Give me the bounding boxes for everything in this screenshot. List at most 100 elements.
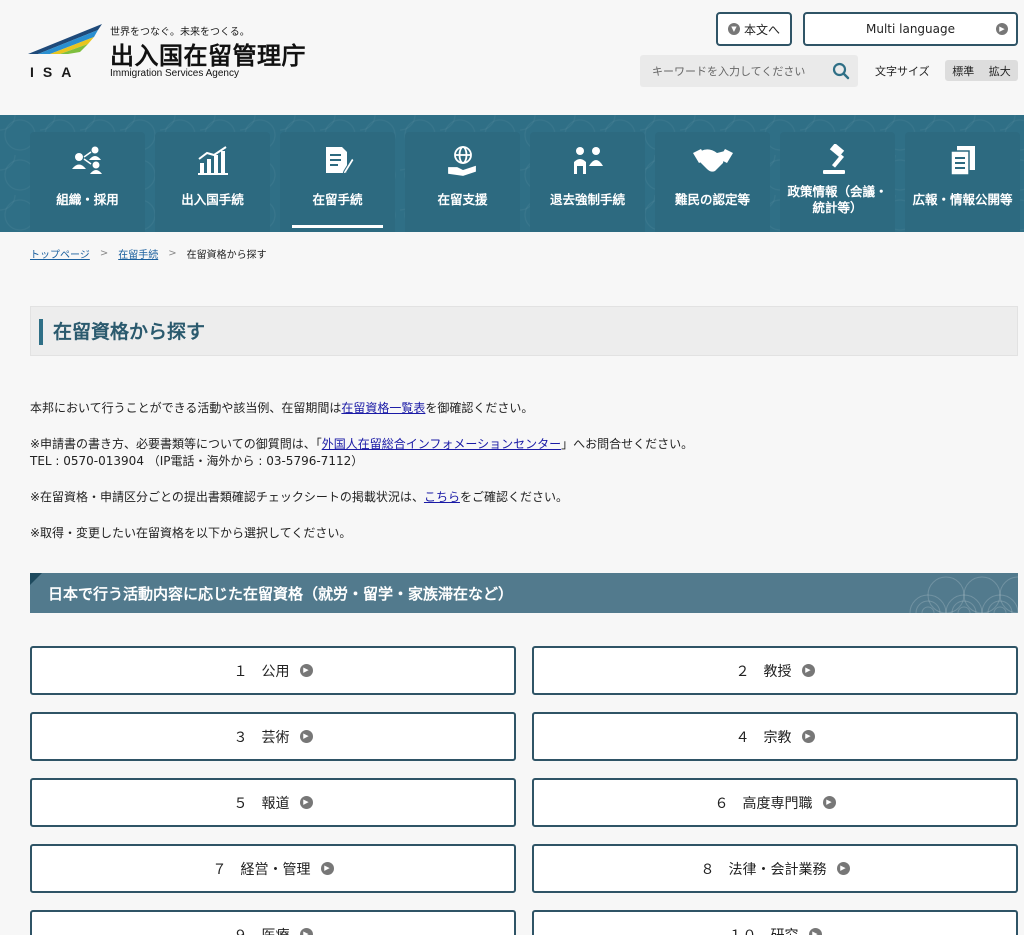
gnav-item-policy[interactable]: 政策情報（会議・ 統計等） — [780, 132, 895, 232]
gnav-label: 組織・採用 — [56, 192, 119, 207]
globe-hand-icon — [447, 146, 476, 176]
gnav-item-refugee[interactable]: 難民の認定等 — [655, 132, 770, 232]
gnav-item-support[interactable]: 在留支援 — [405, 132, 520, 232]
gnav-item-residence[interactable]: 在留手続 — [280, 132, 395, 232]
title-accent-bar — [39, 319, 43, 345]
chevron-right-circle-icon: ▶ — [299, 928, 313, 935]
chevron-down-circle-icon: ▼ — [727, 23, 740, 35]
status-label: ６ 高度専門職 — [714, 795, 813, 812]
chevron-right-icon: > — [168, 248, 177, 259]
status-label: ７ 経営・管理 — [212, 861, 311, 878]
chevron-right-circle-icon: ▶ — [299, 796, 313, 809]
site-logo[interactable]: ISA 世界をつなぐ。未来をつくる。 出入国在留管理庁 Immigration … — [28, 22, 328, 84]
status-label: ３ 芸術 — [233, 729, 290, 746]
people-network-icon — [71, 146, 102, 174]
breadcrumb-current: 在留資格から探す — [186, 250, 267, 261]
chevron-right-circle-icon: ▶ — [808, 928, 822, 935]
gnav-label: 在留手続 — [312, 192, 363, 207]
gnav-item-organization[interactable]: 組織・採用 — [30, 132, 145, 232]
people-icon — [573, 147, 603, 174]
status-list-link[interactable]: 在留資格一覧表 — [341, 401, 425, 415]
text: 本邦において行うことができる活動や該当例、在留期間は — [30, 401, 342, 415]
status-label: ５ 報道 — [233, 795, 290, 812]
font-size-switcher: 標準 拡大 — [945, 60, 1018, 81]
gnav-label: 在留支援 — [437, 192, 488, 207]
section-title: 日本で行う活動内容に応じた在留資格（就労・留学・家族滞在など） — [48, 585, 514, 603]
status-button-medical[interactable]: ９ 医療 ▶ — [30, 910, 516, 935]
breadcrumb-parent-link[interactable]: 在留手続 — [118, 246, 158, 261]
search-icon[interactable] — [832, 62, 850, 80]
corner-accent — [30, 573, 42, 585]
agency-name-en: Immigration Services Agency — [110, 68, 239, 79]
gnav-item-immigration[interactable]: 出入国手続 — [155, 132, 270, 232]
page-title: 在留資格から探す — [53, 321, 206, 343]
gnav-label: 退去強制手続 — [549, 192, 625, 207]
status-label: ４ 宗教 — [735, 729, 792, 746]
status-button-professor[interactable]: ２ 教授 ▶ — [532, 646, 1018, 695]
text: ※申請書の書き方、必要書類等についての御質問は、「 — [30, 437, 322, 451]
status-label: ９ 医療 — [234, 925, 290, 935]
bar-chart-icon — [197, 146, 228, 175]
status-button-diplomat[interactable]: １ 公用 ▶ — [30, 646, 516, 695]
chevron-right-circle-icon: ▶ — [320, 862, 334, 875]
multi-language-label: Multi language — [865, 22, 955, 36]
page-title-box: 在留資格から探す — [30, 306, 1018, 356]
font-size-label: 文字サイズ — [875, 65, 930, 78]
chevron-right-icon: > — [99, 248, 109, 259]
status-label: ２ 教授 — [735, 663, 792, 680]
chevron-right-circle-icon: ▶ — [836, 862, 850, 875]
gnav-item-public-relations[interactable]: 広報・情報公開等 — [905, 132, 1020, 232]
chevron-right-circle-icon: ▶ — [801, 664, 815, 677]
intro-tel: TEL : 0570-013904 （IP電話・海外から : 03-5796-7… — [30, 454, 364, 468]
status-button-legal-accounting[interactable]: ８ 法律・会計業務 ▶ — [532, 844, 1018, 893]
status-button-researcher[interactable]: １０ 研究 ▶ — [532, 910, 1018, 935]
font-size-standard-button[interactable]: 標準 — [952, 63, 974, 79]
global-nav: 組織・採用 出入国手続 在留手続 在留支援 退去強制手続 難民の認定等 政策情報… — [0, 115, 1024, 232]
gnav-item-deportation[interactable]: 退去強制手続 — [530, 132, 645, 232]
intro-paragraph-3: ※在留資格・申請区分ごとの提出書類確認チェックシートの掲載状況は、こちらをご確認… — [30, 488, 1010, 505]
status-button-artist[interactable]: ３ 芸術 ▶ — [30, 712, 516, 761]
checksheet-link[interactable]: こちら — [424, 490, 460, 504]
status-button-journalist[interactable]: ５ 報道 ▶ — [30, 778, 516, 827]
breadcrumb: トップページ > 在留手続 > 在留資格から探す — [30, 246, 267, 261]
chevron-right-circle-icon: ▶ — [996, 23, 1008, 35]
font-size-large-button[interactable]: 拡大 — [989, 63, 1011, 79]
info-center-link[interactable]: 外国人在留総合インフォメーションセンター — [322, 437, 561, 451]
documents-icon — [949, 146, 975, 176]
site-header: ISA 世界をつなぐ。未来をつくる。 出入国在留管理庁 Immigration … — [0, 0, 1024, 115]
site-search — [640, 55, 858, 87]
gnav-label: 政策情報（会議・ 統計等） — [787, 184, 888, 216]
multi-language-button[interactable]: Multi language ▶ — [803, 12, 1018, 46]
gnav-label: 広報・情報公開等 — [912, 192, 1013, 207]
document-pen-icon — [325, 147, 354, 175]
text: をご確認ください。 — [459, 490, 568, 504]
intro-paragraph-4: ※取得・変更したい在留資格を以下から選択してください。 — [30, 526, 352, 540]
wave-pattern-icon — [909, 576, 1018, 613]
gnav-label: 難民の認定等 — [674, 192, 750, 207]
section-heading: 日本で行う活動内容に応じた在留資格（就労・留学・家族滞在など） — [30, 573, 1018, 613]
logo-isa-text: ISA — [30, 64, 81, 80]
status-label: １ 公用 — [233, 663, 290, 680]
status-label: ８ 法律・会計業務 — [700, 861, 827, 878]
breadcrumb-home-link[interactable]: トップページ — [30, 246, 90, 261]
gnav-label: 出入国手続 — [181, 192, 244, 207]
agency-name: 出入国在留管理庁 — [110, 42, 306, 70]
chevron-right-circle-icon: ▶ — [299, 664, 313, 677]
text: 」へお問合せください。 — [561, 437, 694, 451]
chevron-right-circle-icon: ▶ — [822, 796, 836, 809]
gavel-icon — [822, 144, 845, 174]
search-input[interactable] — [640, 64, 820, 78]
status-button-business-manager[interactable]: ７ 経営・管理 ▶ — [30, 844, 516, 893]
skip-to-main-button[interactable]: ▼ 本文へ — [716, 12, 792, 46]
intro-paragraph-1: 本邦において行うことができる活動や該当例、在留期間は在留資格一覧表を御確認くださ… — [30, 399, 1010, 416]
isa-logo-mark-icon — [28, 24, 102, 54]
status-button-highly-skilled[interactable]: ６ 高度専門職 ▶ — [532, 778, 1018, 827]
handshake-icon — [692, 149, 733, 172]
status-label: １０ 研究 — [729, 925, 799, 935]
status-button-religious[interactable]: ４ 宗教 ▶ — [532, 712, 1018, 761]
skip-to-main-label: 本文へ — [743, 22, 780, 37]
chevron-right-circle-icon: ▶ — [299, 730, 313, 743]
text: を御確認ください。 — [425, 401, 534, 415]
intro-paragraph-2: ※申請書の書き方、必要書類等についての御質問は、「外国人在留総合インフォメーショ… — [30, 435, 1010, 452]
chevron-right-circle-icon: ▶ — [801, 730, 815, 743]
